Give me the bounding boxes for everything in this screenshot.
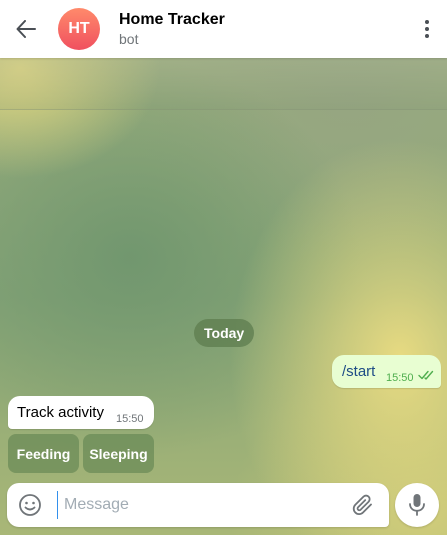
chat-info[interactable]: Home Tracker bot — [119, 10, 225, 49]
more-vertical-icon — [425, 20, 429, 38]
microphone-icon — [409, 494, 425, 516]
back-button[interactable] — [0, 0, 52, 58]
message-input[interactable] — [57, 491, 337, 519]
keyboard-button-feeding[interactable]: Feeding — [8, 434, 79, 473]
keyboard-button-sleeping[interactable]: Sleeping — [83, 434, 154, 473]
smile-icon — [19, 494, 41, 516]
outgoing-message[interactable]: /start 15:50 — [332, 355, 441, 388]
message-text: Track activity — [17, 404, 104, 421]
message-time: 15:50 — [116, 413, 144, 425]
arrow-left-icon — [16, 20, 36, 38]
avatar-initials: HT — [68, 20, 90, 37]
more-menu-button[interactable] — [421, 17, 433, 41]
chat-title: Home Tracker — [119, 10, 225, 28]
message-time: 15:50 — [386, 372, 414, 384]
voice-record-button[interactable] — [395, 483, 439, 527]
attach-button[interactable] — [351, 493, 375, 517]
pinned-area — [0, 58, 447, 110]
chat-subtitle: bot — [119, 30, 139, 47]
message-text: /start — [342, 363, 376, 380]
message-composer — [7, 483, 389, 527]
date-separator: Today — [194, 319, 255, 347]
emoji-button[interactable] — [18, 493, 42, 517]
chat-header: HT Home Tracker bot — [0, 0, 447, 58]
incoming-message[interactable]: Track activity 15:50 — [8, 396, 154, 429]
read-checkmarks-icon — [418, 370, 434, 380]
paperclip-icon — [352, 494, 372, 516]
avatar[interactable]: HT — [58, 8, 100, 50]
